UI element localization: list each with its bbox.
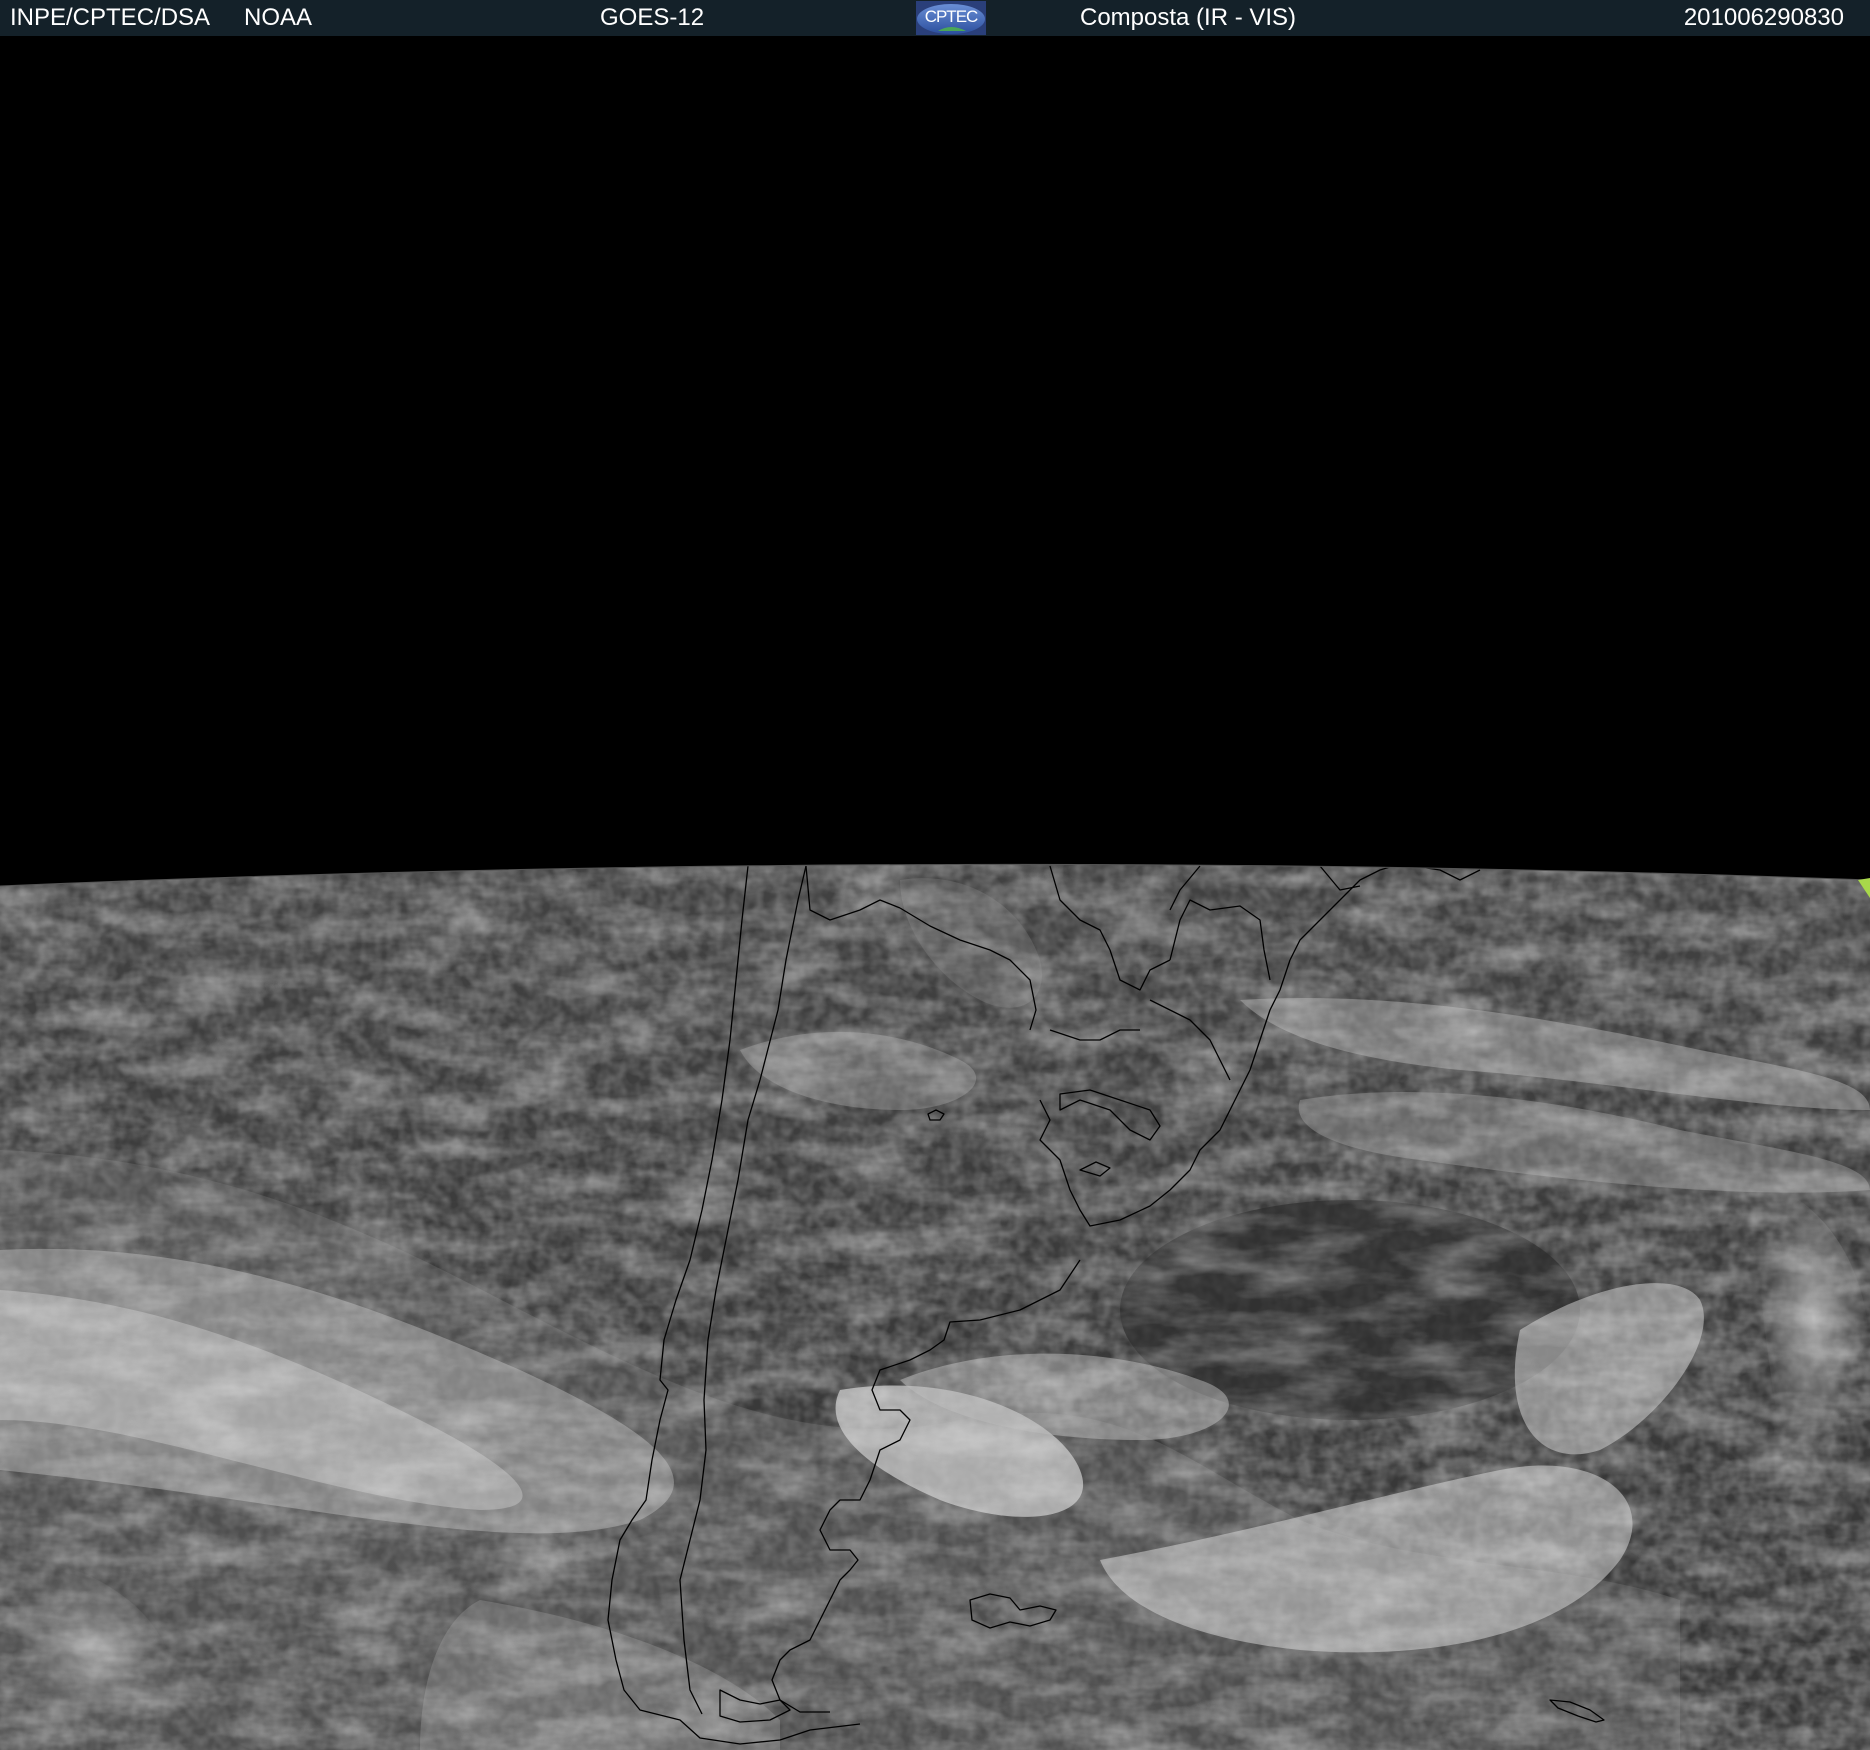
satellite-image-frame: INPE/CPTEC/DSA NOAA GOES-12 Composta (IR… [0,0,1870,1750]
earth-surface [0,864,1870,1750]
agency-label: NOAA [244,4,313,31]
cptec-logo-icon: CPTEC [916,1,986,35]
timestamp-label: 201006290830 [1683,4,1844,31]
satellite-scene [0,0,1870,1750]
satellite-label: GOES-12 [600,4,705,31]
product-label: Composta (IR - VIS) [1080,4,1297,31]
svg-text:CPTEC: CPTEC [925,7,978,26]
org-label: INPE/CPTEC/DSA [10,4,211,31]
